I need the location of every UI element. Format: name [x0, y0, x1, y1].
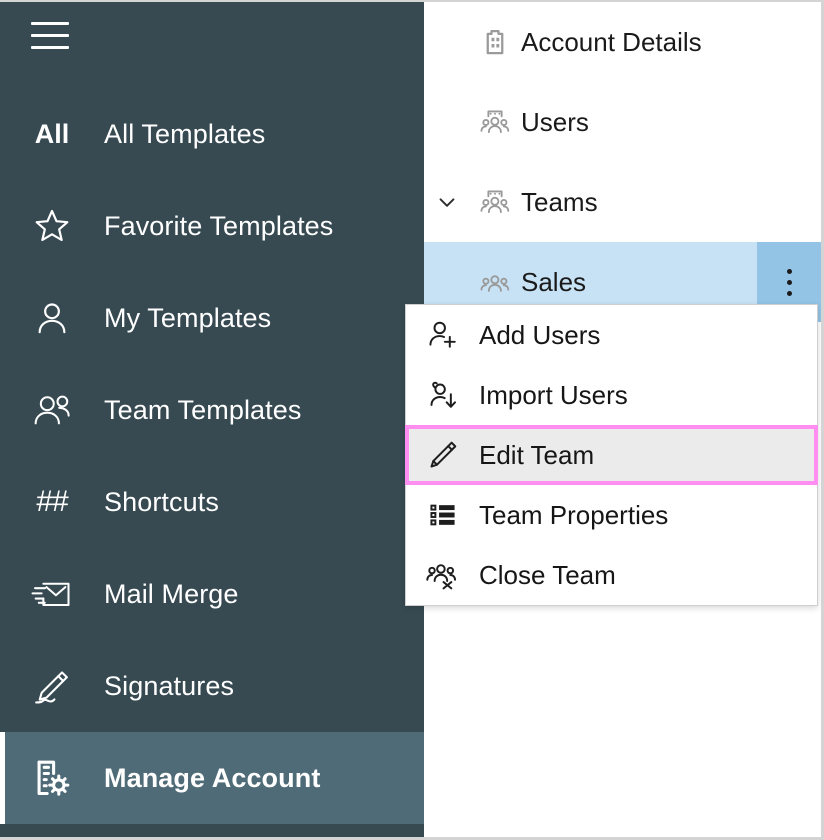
people-icon — [0, 390, 104, 430]
sidebar-item-favorite-templates[interactable]: Favorite Templates — [0, 180, 424, 272]
context-menu-item-label: Import Users — [479, 379, 628, 410]
sidebar-nav: All All Templates Favorite Templates My … — [0, 88, 424, 824]
tree-item-label: Users — [521, 106, 589, 137]
team-context-menu: Add Users Import Users Edit Team Team Pr… — [405, 304, 818, 606]
person-icon — [0, 298, 104, 338]
hamburger-bar — [31, 22, 69, 25]
context-menu-item-team-properties[interactable]: Team Properties — [406, 485, 817, 545]
list-details-icon — [406, 499, 479, 531]
building-gear-icon — [0, 757, 104, 799]
star-icon — [0, 206, 104, 246]
team-close-icon — [406, 558, 479, 592]
sidebar-item-label: Shortcuts — [104, 486, 219, 517]
sidebar-item-label: Favorite Templates — [104, 210, 334, 241]
sidebar-item-mail-merge[interactable]: Mail Merge — [0, 548, 424, 640]
context-menu-item-label: Close Team — [479, 559, 616, 590]
person-import-icon — [406, 378, 479, 412]
kebab-dot — [786, 290, 792, 296]
kebab-dot — [786, 279, 792, 285]
context-menu-item-close-team[interactable]: Close Team — [406, 545, 817, 605]
kebab-dot — [786, 268, 792, 274]
signature-pen-icon — [0, 666, 104, 706]
tree-item-label: Sales — [521, 266, 587, 297]
sidebar-item-all-templates[interactable]: All All Templates — [0, 88, 424, 180]
team-icon — [469, 266, 521, 298]
sidebar-item-label: Signatures — [104, 670, 235, 701]
context-menu-item-import-users[interactable]: Import Users — [406, 365, 817, 425]
all-glyph: All — [34, 118, 70, 149]
sidebar-item-label: My Templates — [104, 302, 272, 333]
context-menu-item-label: Add Users — [479, 319, 601, 350]
team-icon — [469, 186, 521, 218]
person-add-icon — [406, 318, 479, 352]
sidebar-item-signatures[interactable]: Signatures — [0, 640, 424, 732]
hamburger-menu-icon[interactable] — [31, 20, 69, 50]
mail-merge-icon — [0, 574, 104, 614]
all-text-icon: All — [0, 118, 104, 149]
sidebar-item-label: Mail Merge — [104, 578, 239, 609]
tree-item-users[interactable]: Users — [424, 82, 821, 162]
hamburger-bar — [31, 34, 69, 37]
left-sidebar: All All Templates Favorite Templates My … — [0, 2, 424, 837]
context-menu-item-add-users[interactable]: Add Users — [406, 305, 817, 365]
users-icon — [469, 106, 521, 138]
tree-item-label: Teams — [521, 186, 598, 217]
sidebar-item-label: All Templates — [104, 118, 266, 149]
sidebar-item-label: Manage Account — [104, 762, 321, 793]
building-icon — [469, 27, 521, 57]
sidebar-item-manage-account[interactable]: Manage Account — [0, 732, 424, 824]
sidebar-item-my-templates[interactable]: My Templates — [0, 272, 424, 364]
tree-item-teams[interactable]: Teams — [424, 162, 821, 242]
account-tree: Account Details Users Teams Sales — [424, 2, 821, 322]
sidebar-item-label: Team Templates — [104, 394, 302, 425]
context-menu-item-label: Team Properties — [479, 499, 669, 530]
context-menu-item-label: Edit Team — [479, 439, 595, 470]
chevron-down-icon[interactable] — [424, 189, 469, 215]
hash-glyph: ## — [36, 485, 68, 518]
tree-item-label: Account Details — [521, 26, 702, 57]
tree-item-account-details[interactable]: Account Details — [424, 2, 821, 82]
sidebar-item-team-templates[interactable]: Team Templates — [0, 364, 424, 456]
hash-icon: ## — [0, 487, 104, 517]
context-menu-item-edit-team[interactable]: Edit Team — [406, 425, 817, 485]
pencil-icon — [406, 438, 479, 472]
app-window: All All Templates Favorite Templates My … — [0, 0, 824, 840]
hamburger-bar — [31, 46, 69, 49]
sidebar-item-shortcuts[interactable]: ## Shortcuts — [0, 456, 424, 548]
